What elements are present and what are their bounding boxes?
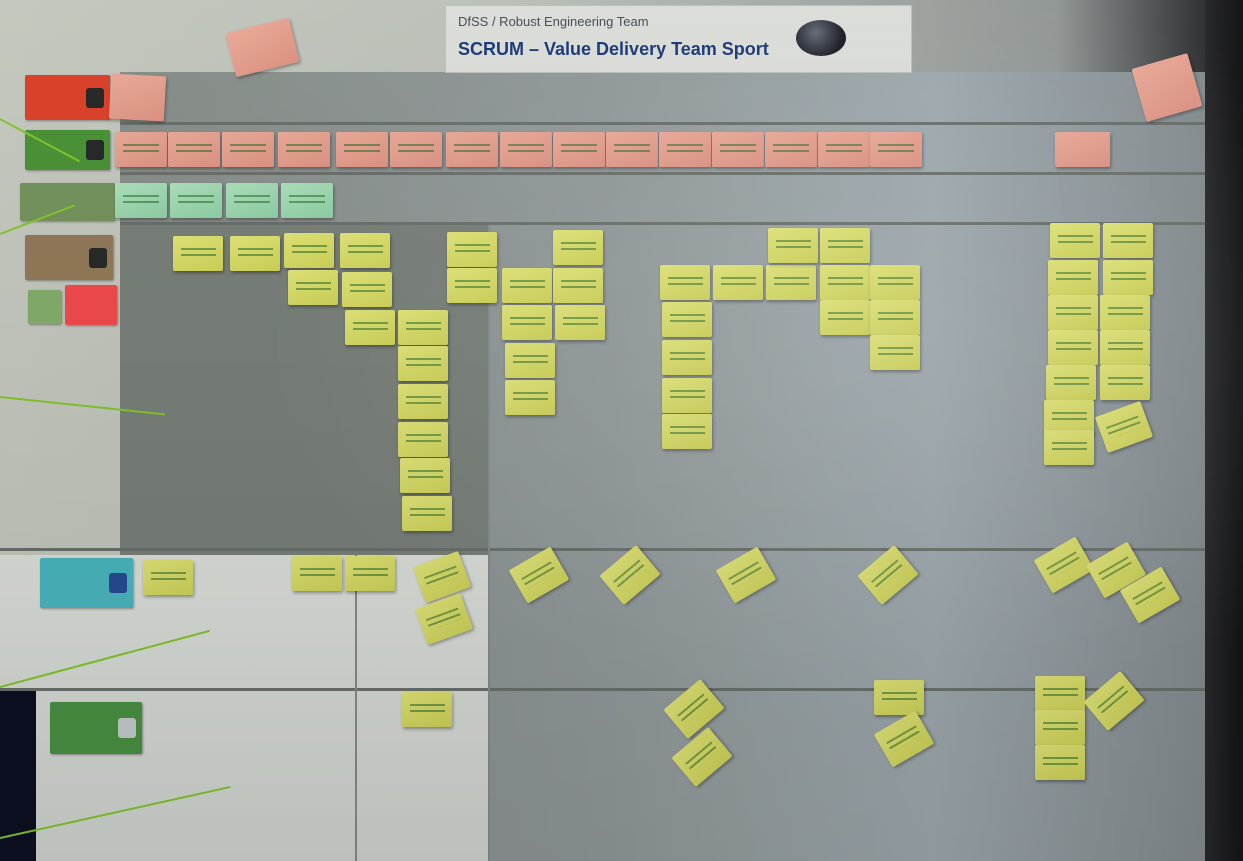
sticky-note <box>447 232 497 267</box>
row-label-done <box>50 702 142 754</box>
row-divider <box>120 122 1205 125</box>
sticky-note <box>173 236 223 271</box>
sticky-note <box>278 132 330 167</box>
sticky-note <box>870 132 922 167</box>
sticky-note <box>553 268 603 303</box>
sticky-note <box>1035 676 1085 711</box>
sticky-note <box>1048 330 1098 365</box>
sticky-note <box>230 236 280 271</box>
sticky-note <box>1035 745 1085 780</box>
sticky-note <box>1055 132 1110 167</box>
sticky-note <box>340 233 390 268</box>
sticky-note <box>505 343 555 378</box>
sticky-note <box>398 346 448 381</box>
sticky-note <box>345 556 395 591</box>
column-divider <box>355 555 357 861</box>
sticky-note <box>446 132 498 167</box>
row-label-ready <box>25 130 110 170</box>
sticky-note <box>660 265 710 300</box>
sticky-note <box>662 378 712 413</box>
sticky-note <box>336 132 388 167</box>
sticky-note <box>1044 430 1094 465</box>
sticky-note <box>505 380 555 415</box>
sticky-note <box>553 132 605 167</box>
team-subtitle: DfSS / Robust Engineering Team <box>458 14 649 29</box>
sticky-note <box>502 305 552 340</box>
row-label-unclear <box>28 290 61 324</box>
sticky-note <box>662 340 712 375</box>
sticky-note <box>1103 223 1153 258</box>
sticky-note <box>1100 365 1150 400</box>
sticky-note <box>502 268 552 303</box>
sticky-note <box>555 305 605 340</box>
sticky-note <box>1103 260 1153 295</box>
sticky-note <box>390 132 442 167</box>
board-frame-right <box>1205 0 1243 861</box>
sticky-note <box>281 183 333 218</box>
sticky-note <box>870 300 920 335</box>
row-label-in-progress <box>40 558 133 608</box>
sticky-note <box>1048 295 1098 330</box>
sticky-note <box>820 228 870 263</box>
board-title: SCRUM – Value Delivery Team Sport <box>458 39 769 59</box>
row-divider <box>0 688 1205 691</box>
sticky-note <box>342 272 392 307</box>
sticky-note <box>226 183 278 218</box>
row-label-todo <box>25 235 113 280</box>
sticky-note <box>1035 710 1085 745</box>
sticky-note <box>398 310 448 345</box>
sticky-note <box>818 132 870 167</box>
sticky-note <box>284 233 334 268</box>
sticky-note <box>1048 260 1098 295</box>
sticky-note <box>143 560 193 595</box>
sticky-note <box>222 132 274 167</box>
row-divider <box>0 548 1205 551</box>
sticky-note <box>292 556 342 591</box>
sticky-note <box>1046 365 1096 400</box>
sticky-note <box>398 422 448 457</box>
sticky-note <box>288 270 338 305</box>
row-label-estimated <box>20 183 115 221</box>
sticky-note <box>820 265 870 300</box>
sticky-note <box>553 230 603 265</box>
sticky-note <box>400 458 450 493</box>
sticky-note <box>447 268 497 303</box>
sticky-note <box>874 680 924 715</box>
sticky-note <box>402 496 452 531</box>
sticky-note <box>870 335 920 370</box>
sticky-note <box>713 265 763 300</box>
sticky-note <box>115 132 167 167</box>
sticky-note <box>1100 330 1150 365</box>
sticky-note <box>765 132 817 167</box>
row-label-unclear-note <box>65 285 117 325</box>
sticky-note <box>662 414 712 449</box>
sticky-note <box>768 228 818 263</box>
sticky-note <box>659 132 711 167</box>
sticky-note <box>500 132 552 167</box>
sticky-note <box>712 132 764 167</box>
sticky-note <box>345 310 395 345</box>
sticky-note <box>1100 295 1150 330</box>
sticky-note <box>108 73 167 122</box>
sticky-note <box>766 265 816 300</box>
sticky-note <box>662 302 712 337</box>
scrum-board-photo: DfSS / Robust Engineering Team SCRUM – V… <box>0 0 1243 861</box>
sticky-note <box>115 183 167 218</box>
sticky-note <box>870 265 920 300</box>
sticky-note <box>402 692 452 727</box>
sticky-note <box>1050 223 1100 258</box>
row-label-waiting <box>25 75 110 120</box>
sticky-note <box>168 132 220 167</box>
row-divider <box>120 222 1205 225</box>
sticky-note <box>820 300 870 335</box>
header-card: DfSS / Robust Engineering Team SCRUM – V… <box>445 5 912 73</box>
column-divider <box>488 225 490 861</box>
logo-icon <box>796 20 846 56</box>
row-divider <box>120 172 1205 175</box>
sticky-note <box>170 183 222 218</box>
sticky-note <box>398 384 448 419</box>
sticky-note <box>606 132 658 167</box>
